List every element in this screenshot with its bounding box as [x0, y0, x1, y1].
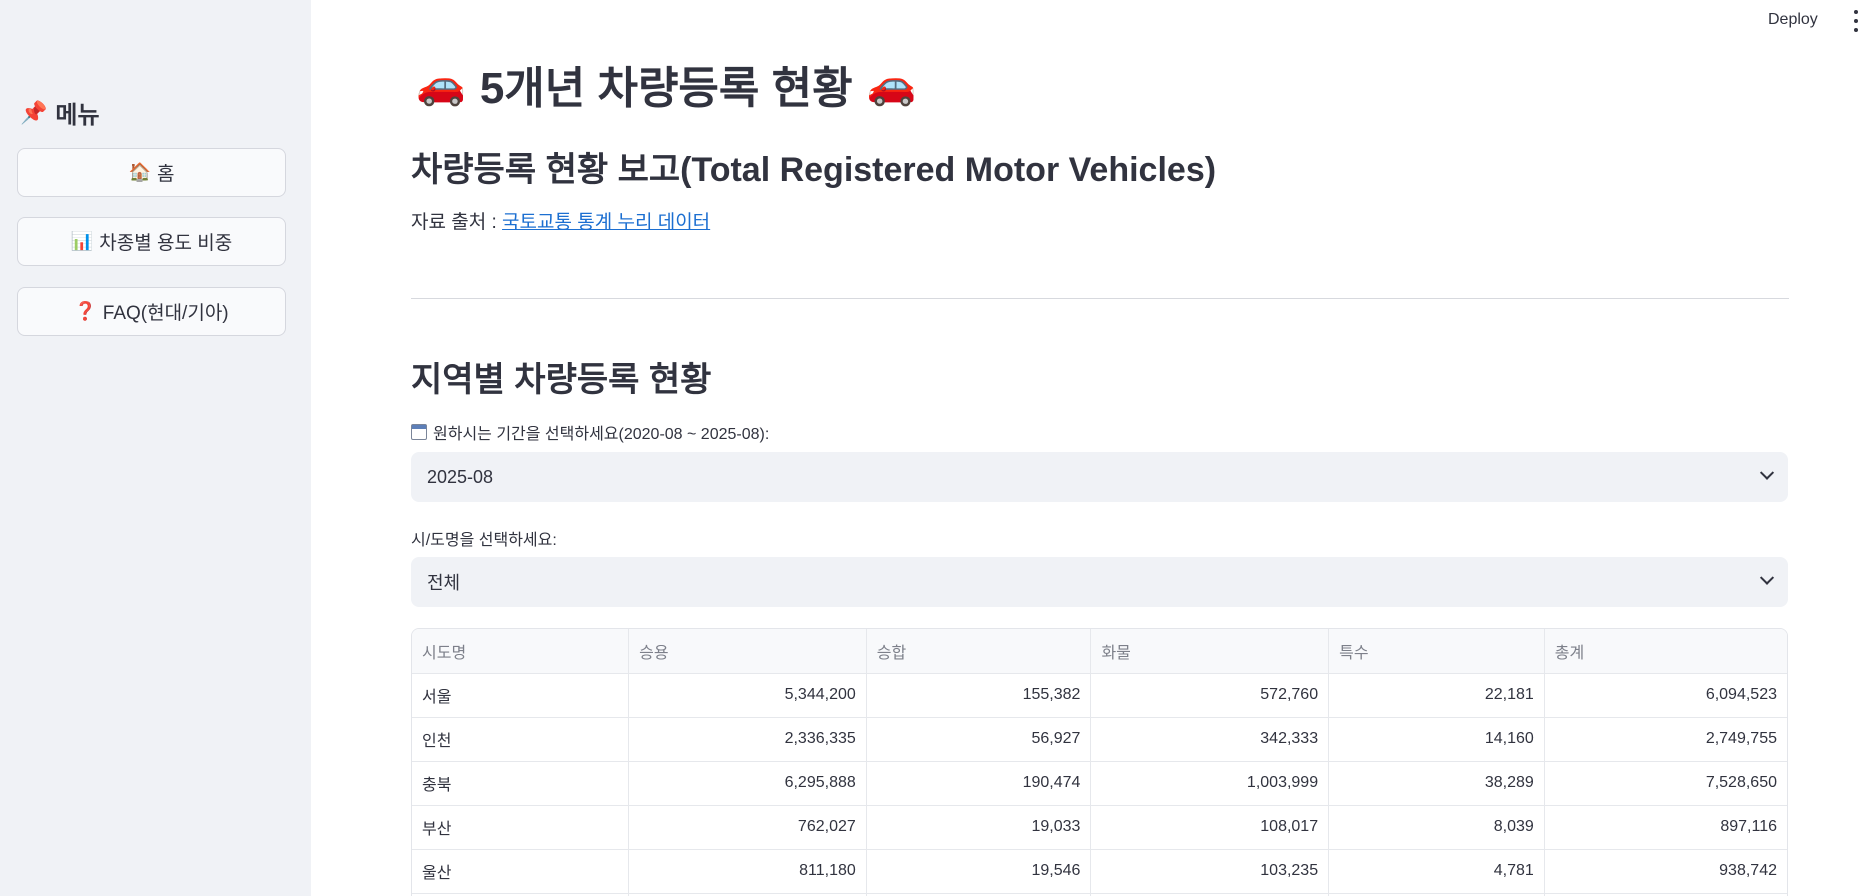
column-header[interactable]: 시도명: [412, 629, 630, 674]
pushpin-icon: 📌: [20, 99, 48, 125]
period-select[interactable]: 2025-08: [411, 452, 1788, 502]
deploy-button[interactable]: Deploy: [1768, 8, 1818, 32]
table-cell[interactable]: 938,742: [1544, 849, 1787, 894]
sidebar-title-label: 메뉴: [55, 102, 100, 129]
car-icon: 🚗: [866, 62, 917, 107]
table-cell[interactable]: 2,749,755: [1544, 717, 1787, 762]
data-source: 자료 출처 : 국토교통 통계 누리 데이터: [411, 207, 710, 234]
table-cell[interactable]: 155,382: [866, 673, 1092, 718]
chevron-down-icon: [1759, 465, 1775, 480]
column-header[interactable]: 승용: [628, 629, 867, 674]
table-cell[interactable]: 6,094,523: [1544, 673, 1787, 718]
column-header[interactable]: 특수: [1328, 629, 1545, 674]
table-cell[interactable]: 56,927: [866, 717, 1092, 762]
table-cell[interactable]: 897,116: [1544, 805, 1787, 850]
table-row: 충북 6,295,888 190,474 1,003,999 38,289 7,…: [412, 761, 1787, 806]
table-header-row: 시도명 승용 승합 화물 특수 총계: [412, 629, 1787, 674]
table-cell[interactable]: 2,336,335: [628, 717, 867, 762]
house-icon: 🏠: [128, 162, 151, 182]
section-title: 지역별 차량등록 현황: [411, 361, 712, 399]
table-cell[interactable]: 8,039: [1328, 805, 1545, 850]
app-root: 📌 메뉴 🏠 홈 📊 차종별 용도 비중 ❓ FAQ(현대/기아) Deploy…: [0, 0, 1867, 896]
nav-faq-label: FAQ(현대/기아): [102, 303, 229, 324]
main-menu-kebab-icon[interactable]: [1851, 10, 1861, 32]
sidebar: 📌 메뉴 🏠 홈 📊 차종별 용도 비중 ❓ FAQ(현대/기아): [0, 0, 311, 896]
table-cell[interactable]: 인천: [412, 717, 630, 762]
table-cell[interactable]: 4,781: [1328, 849, 1545, 894]
period-select-label-text: 원하시는 기간을 선택하세요(2020-08 ~ 2025-08):: [433, 426, 770, 443]
region-select-value: 전체: [427, 573, 461, 593]
data-source-prefix: 자료 출처 :: [411, 212, 503, 233]
question-icon: ❓: [74, 301, 97, 321]
column-header[interactable]: 총계: [1544, 629, 1787, 674]
table-cell[interactable]: 572,760: [1090, 673, 1330, 718]
region-data-table[interactable]: 시도명 승용 승합 화물 특수 총계 서울 5,344,200 155,382 …: [411, 628, 1788, 896]
column-header[interactable]: 승합: [866, 629, 1092, 674]
car-icon: 🚗: [416, 62, 466, 107]
table-cell[interactable]: 울산: [412, 849, 630, 894]
table-cell[interactable]: 1,003,999: [1090, 761, 1330, 806]
column-header[interactable]: 화물: [1090, 629, 1330, 674]
nav-home-button[interactable]: 🏠 홈: [17, 148, 286, 197]
table-cell[interactable]: 5,344,200: [628, 673, 867, 718]
table-cell[interactable]: 38,289: [1328, 761, 1545, 806]
chevron-down-icon: [1759, 570, 1775, 585]
calendar-icon: [411, 424, 427, 440]
table-cell[interactable]: 7,528,650: [1544, 761, 1787, 806]
table-cell[interactable]: 부산: [412, 805, 630, 850]
table-cell[interactable]: 충북: [412, 761, 630, 806]
page-title-text: 5개년 차량등록 현황: [479, 64, 853, 113]
page-title: 🚗 5개년 차량등록 현황 🚗: [416, 52, 916, 116]
table-cell[interactable]: 19,033: [866, 805, 1092, 850]
table-cell[interactable]: 811,180: [628, 849, 867, 894]
table-row: 부산 762,027 19,033 108,017 8,039 897,116: [412, 805, 1787, 850]
region-select-label: 시/도명을 선택하세요:: [411, 532, 557, 549]
period-select-value: 2025-08: [427, 466, 494, 487]
period-select-label: 원하시는 기간을 선택하세요(2020-08 ~ 2025-08):: [411, 420, 769, 444]
table-cell[interactable]: 108,017: [1090, 805, 1330, 850]
data-table: 시도명 승용 승합 화물 특수 총계 서울 5,344,200 155,382 …: [412, 629, 1787, 896]
table-cell[interactable]: 762,027: [628, 805, 867, 850]
bar-chart-icon: 📊: [70, 231, 94, 251]
table-cell[interactable]: 190,474: [866, 761, 1092, 806]
table-cell[interactable]: 서울: [412, 673, 630, 718]
table-cell[interactable]: 14,160: [1328, 717, 1545, 762]
table-cell[interactable]: 19,546: [866, 849, 1092, 894]
divider: [411, 298, 1789, 299]
table-row: 서울 5,344,200 155,382 572,760 22,181 6,09…: [412, 673, 1787, 718]
table-cell[interactable]: 22,181: [1328, 673, 1545, 718]
table-row: 인천 2,336,335 56,927 342,333 14,160 2,749…: [412, 717, 1787, 762]
region-select[interactable]: 전체: [411, 557, 1788, 607]
table-cell[interactable]: 6,295,888: [628, 761, 867, 806]
data-source-link[interactable]: 국토교통 통계 누리 데이터: [502, 212, 710, 233]
table-cell[interactable]: 103,235: [1090, 849, 1330, 894]
nav-vehicle-type-button[interactable]: 📊 차종별 용도 비중: [17, 217, 286, 266]
sidebar-title: 📌 메뉴: [20, 95, 100, 130]
nav-vehicle-type-label: 차종별 용도 비중: [99, 233, 233, 254]
nav-faq-button[interactable]: ❓ FAQ(현대/기아): [17, 287, 286, 336]
table-cell[interactable]: 342,333: [1090, 717, 1330, 762]
table-row: 울산 811,180 19,546 103,235 4,781 938,742: [412, 849, 1787, 894]
report-subtitle: 차량등록 현황 보고(Total Registered Motor Vehicl…: [411, 151, 1217, 189]
nav-home-label: 홈: [156, 164, 175, 185]
